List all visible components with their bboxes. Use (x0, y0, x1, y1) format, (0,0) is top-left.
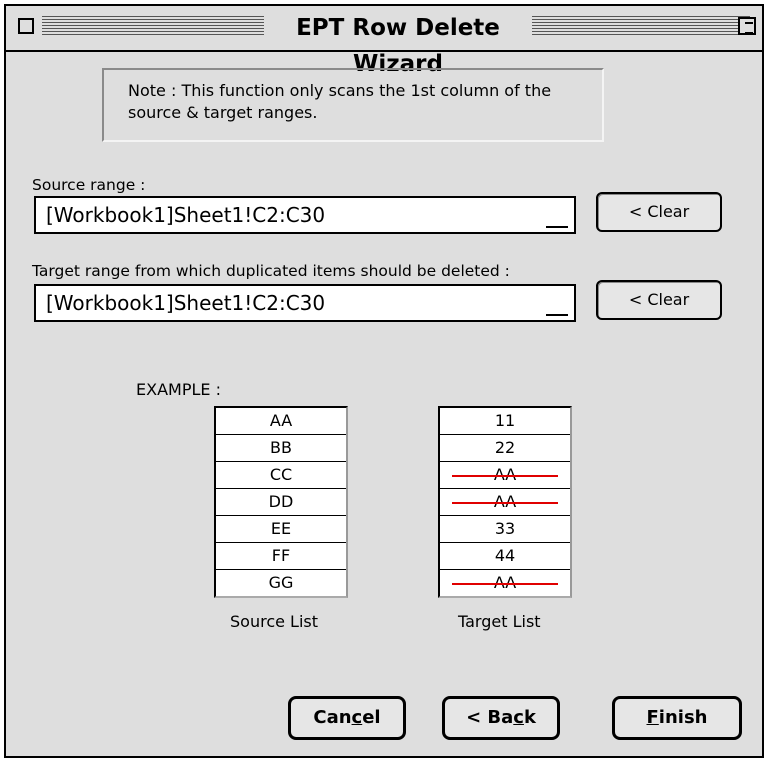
source-list-cell: BB (216, 435, 346, 462)
back-mnemonic: c (513, 707, 524, 728)
target-range-label: Target range from which duplicated items… (32, 262, 510, 280)
finish-label-end: inish (658, 707, 708, 728)
zoom-box[interactable] (738, 17, 756, 35)
target-list-cell-text: 44 (494, 546, 516, 565)
target-list-cell-text: 11 (494, 411, 516, 430)
source-list-cell: AA (216, 408, 346, 435)
target-list-cell: AA (440, 462, 570, 489)
strikethrough-line (452, 583, 558, 585)
target-list-caption: Target List (458, 612, 541, 631)
target-list-cell: AA (440, 570, 570, 596)
source-range-picker-button[interactable] (546, 206, 568, 228)
source-list-cell: GG (268, 573, 294, 592)
back-button[interactable]: < Back (442, 696, 560, 740)
back-label-end: k (523, 707, 536, 728)
target-list-cell-text: 22 (494, 438, 516, 457)
target-clear-button[interactable]: < Clear (596, 280, 722, 320)
target-range-input[interactable]: [Workbook1]Sheet1!C2:C30 (34, 284, 576, 322)
target-range-picker-button[interactable] (546, 294, 568, 316)
source-range-label: Source range : (32, 176, 146, 194)
source-list: AA BB CC DD EE FF GG (214, 406, 348, 598)
strikethrough-line (452, 475, 558, 477)
source-list-cell: DD (216, 489, 346, 516)
target-list-cell: AA (440, 489, 570, 516)
finish-mnemonic: F (646, 707, 659, 728)
target-list-cell: 22 (440, 435, 570, 462)
target-list: 1122AAAA3344AA (438, 406, 572, 598)
source-list-caption: Source List (230, 612, 319, 631)
window-title: EPT Row Delete Wizard (264, 10, 532, 77)
cancel-mnemonic: c (351, 707, 363, 728)
cancel-label-end: el (362, 707, 381, 728)
target-range-value: [Workbook1]Sheet1!C2:C30 (46, 291, 326, 315)
source-clear-button[interactable]: < Clear (596, 192, 722, 232)
target-list-cell: 44 (440, 543, 570, 570)
target-list-cell-text: 33 (494, 519, 516, 538)
close-box[interactable] (18, 18, 34, 34)
strikethrough-line (452, 502, 558, 504)
cancel-button[interactable]: Cancel (288, 696, 406, 740)
example-label: EXAMPLE : (136, 380, 221, 399)
source-list-cell: FF (216, 543, 346, 570)
finish-button[interactable]: Finish (612, 696, 742, 740)
source-range-value: [Workbook1]Sheet1!C2:C30 (46, 203, 326, 227)
note-box: Note : This function only scans the 1st … (102, 68, 604, 142)
source-range-input[interactable]: [Workbook1]Sheet1!C2:C30 (34, 196, 576, 234)
target-list-cell: 11 (440, 408, 570, 435)
target-list-cell: 33 (440, 516, 570, 543)
cancel-label-start: Can (313, 707, 352, 728)
title-bar[interactable]: EPT Row Delete Wizard (6, 6, 762, 77)
source-list-cell: EE (216, 516, 346, 543)
wizard-window: EPT Row Delete Wizard Note : This functi… (4, 4, 764, 758)
back-label-start: < Ba (466, 707, 514, 728)
source-list-cell: CC (216, 462, 346, 489)
